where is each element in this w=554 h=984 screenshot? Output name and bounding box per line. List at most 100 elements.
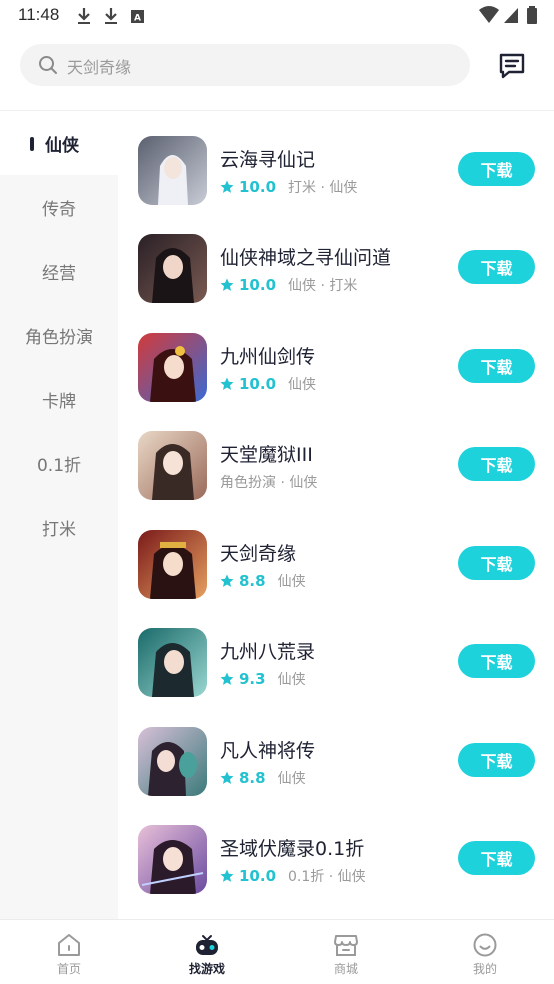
game-title: 仙侠神域之寻仙问道	[220, 247, 392, 269]
battery-icon	[527, 6, 537, 24]
game-list-item[interactable]: 凡人神将传 8.8 仙侠 下载	[118, 702, 554, 800]
category-label: 经营	[42, 263, 76, 284]
search-icon	[39, 56, 57, 74]
game-meta: 10.0 仙侠 · 打米	[220, 275, 357, 295]
game-meta: 8.8 仙侠	[220, 571, 306, 591]
game-tags: 仙侠	[277, 574, 306, 590]
star-icon	[220, 869, 234, 882]
game-title: 云海寻仙记	[220, 149, 316, 171]
game-rating: 10.0	[239, 867, 277, 885]
category-label: 打米	[42, 519, 76, 540]
game-meta: 角色扮演 · 仙侠	[220, 472, 317, 492]
star-icon	[220, 672, 234, 685]
game-meta: 8.8 仙侠	[220, 768, 306, 788]
download-button[interactable]: 下载	[458, 841, 535, 875]
category-label: 传奇	[42, 199, 76, 220]
game-tags: 0.1折 · 仙侠	[288, 869, 366, 885]
game-rating: 9.3	[239, 670, 266, 688]
svg-text:A: A	[134, 14, 141, 24]
download-button[interactable]: 下载	[458, 644, 535, 678]
star-icon	[220, 771, 234, 784]
game-icon	[138, 530, 207, 599]
game-icon	[138, 234, 207, 303]
game-title: 九州八荒录	[220, 641, 316, 663]
nav-label: 商城	[333, 962, 358, 976]
signal-icon	[504, 8, 518, 23]
game-tags: 仙侠	[277, 672, 306, 688]
category-sidebar: 仙侠 传奇 经营 角色扮演 卡牌 0.1折 打米	[0, 111, 118, 919]
nav-profile[interactable]: 我的	[416, 920, 554, 984]
game-list-item[interactable]: 天堂魔狱III 角色扮演 · 仙侠 下载	[118, 406, 554, 504]
search-input[interactable]: 天剑奇缘	[20, 44, 470, 86]
category-label: 0.1折	[36, 455, 82, 476]
game-meta: 10.0 仙侠	[220, 374, 316, 394]
store-icon	[334, 935, 358, 956]
game-rating: 8.8	[239, 572, 266, 590]
category-item-dami[interactable]: 打米	[0, 495, 118, 559]
game-icon	[138, 136, 207, 205]
status-time: 11:48	[18, 5, 60, 24]
game-meta: 10.0 打米 · 仙侠	[220, 177, 357, 197]
game-list-item[interactable]: 仙侠神域之寻仙问道 10.0 仙侠 · 打米 下载	[118, 209, 554, 307]
game-list-item[interactable]: 圣域伏魔录0.1折 10.0 0.1折 · 仙侠 下载	[118, 800, 554, 898]
home-icon	[58, 934, 80, 956]
game-meta: 9.3 仙侠	[220, 669, 306, 689]
keyboard-icon: A	[131, 10, 144, 24]
game-rating: 10.0	[239, 178, 277, 196]
game-icon	[138, 825, 207, 894]
category-item-jingying[interactable]: 经营	[0, 239, 118, 303]
download-icon	[78, 8, 90, 24]
game-meta: 10.0 0.1折 · 仙侠	[220, 866, 366, 886]
download-button[interactable]: 下载	[458, 447, 535, 481]
game-title: 天剑奇缘	[220, 543, 297, 565]
nav-store[interactable]: 商城	[277, 920, 415, 984]
game-icon	[138, 727, 207, 796]
download-button[interactable]: 下载	[458, 250, 535, 284]
category-item-xianxia[interactable]: 仙侠	[0, 111, 118, 175]
star-icon	[220, 278, 234, 291]
download-button[interactable]: 下载	[458, 546, 535, 580]
wifi-icon	[479, 6, 499, 23]
game-rating: 10.0	[239, 276, 277, 294]
game-title: 天堂魔狱III	[220, 444, 313, 466]
bottom-nav: 首页 找游戏 商城 我的	[0, 919, 554, 984]
nav-label: 我的	[472, 962, 497, 976]
game-tags: 角色扮演 · 仙侠	[220, 475, 318, 491]
category-label: 卡牌	[42, 391, 76, 412]
star-icon	[220, 180, 234, 193]
game-icon	[138, 628, 207, 697]
message-icon[interactable]	[497, 51, 527, 81]
game-tags: 仙侠	[277, 771, 306, 787]
star-icon	[220, 574, 234, 587]
game-rating: 10.0	[239, 375, 277, 393]
game-icon	[138, 333, 207, 402]
game-list-item[interactable]: 天剑奇缘 8.8 仙侠 下载	[118, 505, 554, 603]
game-title: 凡人神将传	[220, 740, 316, 762]
game-icon	[138, 431, 207, 500]
category-item-chuanqi[interactable]: 传奇	[0, 175, 118, 239]
category-label: 仙侠	[45, 135, 79, 156]
download-button[interactable]: 下载	[458, 743, 535, 777]
category-item-discount[interactable]: 0.1折	[0, 431, 118, 495]
category-item-card[interactable]: 卡牌	[0, 367, 118, 431]
nav-find-games[interactable]: 找游戏	[138, 920, 276, 984]
game-list-item[interactable]: 九州八荒录 9.3 仙侠 下载	[118, 603, 554, 701]
game-tags: 打米 · 仙侠	[288, 180, 358, 196]
game-rating: 8.8	[239, 769, 266, 787]
nav-label: 找游戏	[188, 962, 225, 976]
download-button[interactable]: 下载	[458, 152, 535, 186]
category-item-rpg[interactable]: 角色扮演	[0, 303, 118, 367]
game-list-item[interactable]: 九州仙剑传 10.0 仙侠 下载	[118, 308, 554, 406]
game-title: 圣域伏魔录0.1折	[220, 838, 365, 860]
category-label: 角色扮演	[25, 327, 93, 348]
game-list-item[interactable]: 云海寻仙记 10.0 打米 · 仙侠 下载	[118, 111, 554, 209]
game-tags: 仙侠 · 打米	[288, 278, 358, 294]
nav-label: 首页	[56, 962, 81, 976]
download-button[interactable]: 下载	[458, 349, 535, 383]
active-indicator	[30, 137, 34, 151]
game-title: 九州仙剑传	[220, 346, 316, 368]
game-tags: 仙侠	[288, 377, 317, 393]
star-icon	[220, 377, 234, 390]
nav-home[interactable]: 首页	[0, 920, 138, 984]
gamepad-icon	[196, 935, 218, 955]
